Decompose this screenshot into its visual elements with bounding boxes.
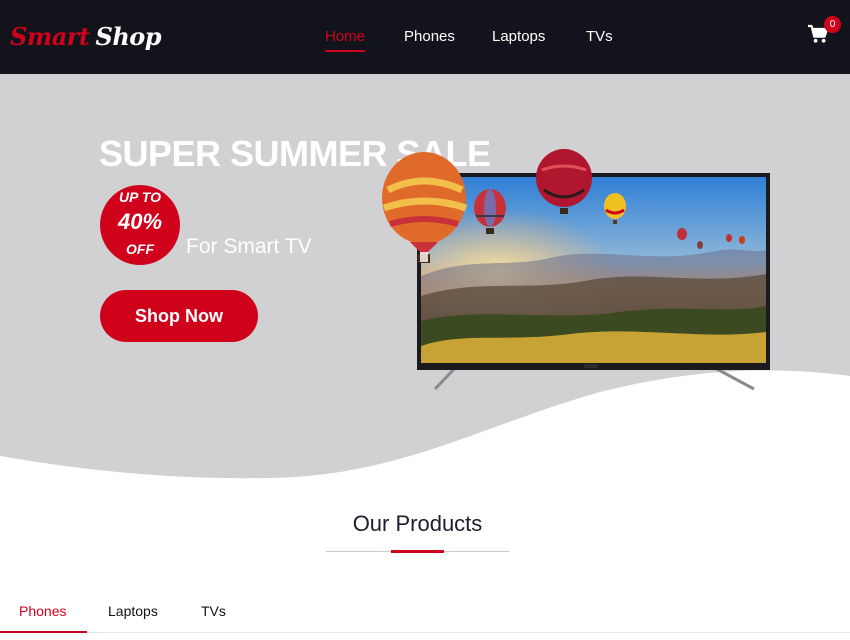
tab-laptops[interactable]: Laptops: [108, 602, 158, 620]
nav-link-laptops[interactable]: Laptops: [492, 27, 545, 47]
title-divider-accent: [391, 550, 444, 553]
navbar: Smart Shop Home Phones Laptops TVs 0: [0, 0, 850, 75]
discount-badge-line1: UP TO: [118, 189, 161, 205]
nav-link-tvs[interactable]: TVs: [586, 27, 613, 47]
hero-banner: SUPER SUMMER SALE UP TO 40% OFF For Smar…: [0, 74, 850, 494]
nav-link-home[interactable]: Home: [325, 27, 366, 52]
discount-badge-line3: OFF: [126, 241, 154, 257]
tabs-divider: [0, 632, 850, 633]
main-nav: Home Phones Laptops TVs: [0, 27, 850, 57]
nav-link-phones[interactable]: Phones: [404, 27, 455, 47]
tab-phones[interactable]: Phones: [19, 602, 66, 620]
discount-badge-percent: 40%: [117, 209, 163, 234]
hero-subtitle: For Smart TV: [186, 235, 312, 258]
product-category-tabs: Phones Laptops TVs: [0, 596, 850, 636]
tab-tvs[interactable]: TVs: [201, 602, 226, 620]
cart-count-badge: 0: [824, 16, 841, 33]
discount-badge: UP TO 40% OFF: [100, 185, 180, 265]
section-title-our-products: Our Products: [352, 511, 483, 536]
smart-tv-image: [382, 149, 770, 391]
cart-button[interactable]: 0: [808, 16, 841, 48]
active-tab-underline: [0, 631, 87, 633]
shop-now-button[interactable]: Shop Now: [100, 290, 258, 342]
